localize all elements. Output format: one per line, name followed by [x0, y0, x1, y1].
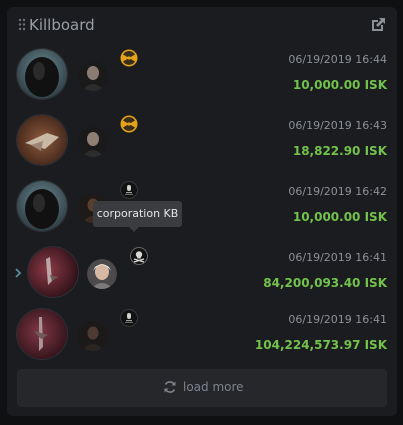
radiation-icon[interactable]	[120, 115, 138, 133]
skull-crossbones-icon[interactable]	[130, 247, 148, 265]
kill-value: 84,200,093.40 ISK	[263, 276, 387, 290]
ship-avatar[interactable]	[17, 181, 67, 231]
ship-avatar[interactable]	[28, 247, 78, 297]
kill-date: 06/19/2019 16:43	[288, 119, 387, 132]
kill-date: 06/19/2019 16:41	[288, 251, 387, 264]
pilot-portrait[interactable]	[87, 259, 117, 289]
pilot-portrait[interactable]	[78, 127, 108, 157]
corporation-tooltip: corporation KB	[93, 201, 182, 232]
killboard-panel: Killboard 06/19/2019 16:44 10,000.00 ISK	[7, 7, 397, 416]
ship-avatar[interactable]	[17, 115, 67, 165]
kill-date: 06/19/2019 16:44	[288, 53, 387, 66]
load-more-button[interactable]: load more	[17, 369, 387, 407]
load-more-label: load more	[183, 380, 244, 394]
ship-avatar[interactable]	[17, 49, 67, 99]
refresh-icon	[164, 381, 176, 393]
kill-row[interactable]: 06/19/2019 16:43 18,822.90 ISK	[7, 111, 397, 173]
corp-logo-icon[interactable]	[120, 309, 138, 327]
kill-value: 18,822.90 ISK	[292, 144, 387, 158]
pilot-portrait[interactable]	[78, 61, 108, 91]
pilot-portrait[interactable]	[78, 321, 108, 351]
ship-avatar[interactable]	[17, 309, 67, 359]
panel-header: Killboard	[7, 7, 397, 43]
drag-handle-icon[interactable]	[18, 18, 26, 31]
kill-row[interactable]: 06/19/2019 16:44 10,000.00 ISK	[7, 45, 397, 107]
panel-title: Killboard	[29, 16, 95, 34]
kill-value: 10,000.00 ISK	[292, 210, 387, 224]
kill-date: 06/19/2019 16:41	[288, 313, 387, 326]
kill-row[interactable]: 06/19/2019 16:41 84,200,093.40 ISK	[7, 243, 397, 305]
kill-value: 104,224,573.97 ISK	[254, 338, 387, 352]
kill-date: 06/19/2019 16:42	[288, 185, 387, 198]
external-link-icon[interactable]	[370, 17, 386, 33]
radiation-icon[interactable]	[120, 49, 138, 67]
chevron-right-icon[interactable]	[13, 267, 23, 279]
kill-value: 10,000.00 ISK	[292, 78, 387, 92]
kill-row[interactable]: 06/19/2019 16:41 104,224,573.97 ISK	[7, 305, 397, 367]
kill-row[interactable]: 06/19/2019 16:42 10,000.00 ISK	[7, 177, 397, 239]
corp-logo-icon[interactable]	[120, 181, 138, 199]
